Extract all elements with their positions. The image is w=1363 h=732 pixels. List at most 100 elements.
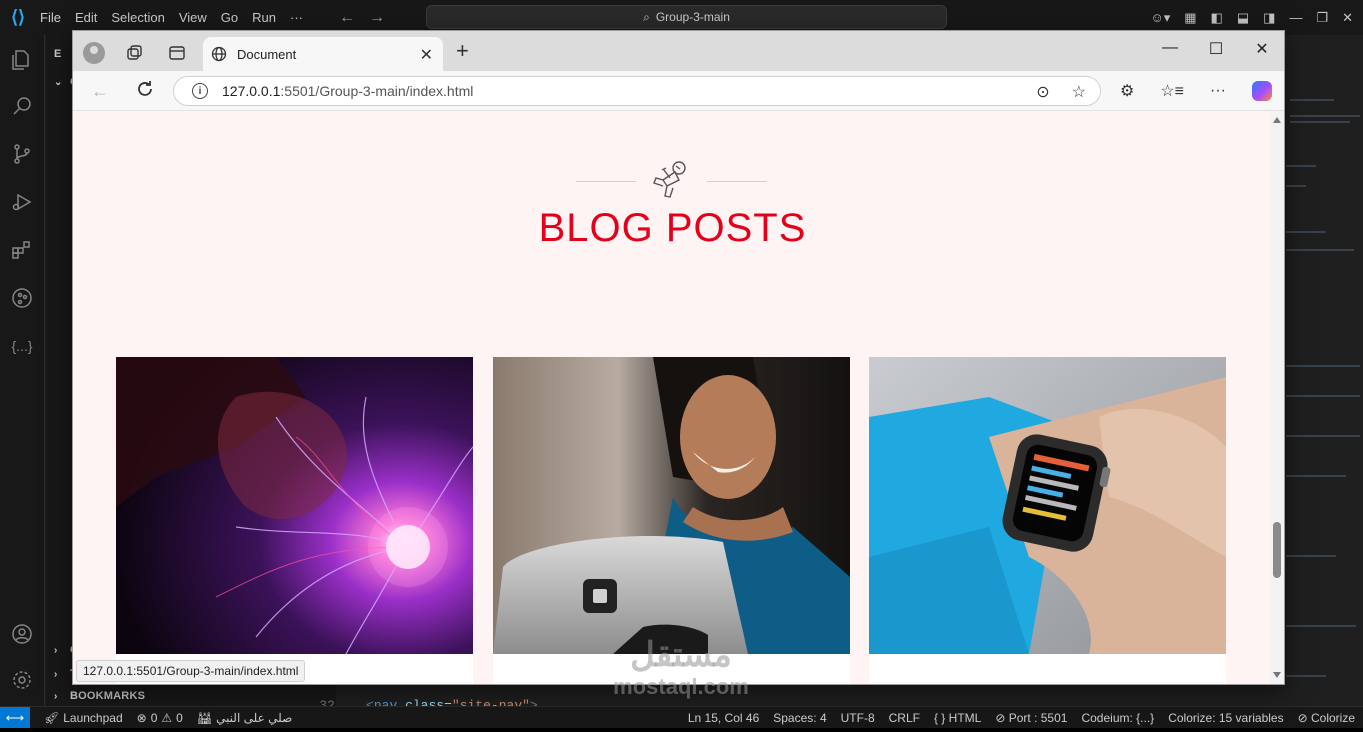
live-server-port[interactable]: ⊘ Port : 5501 — [995, 711, 1067, 725]
workspaces-icon[interactable] — [125, 43, 145, 63]
colorize-toggle[interactable]: ⊘ Colorize — [1298, 711, 1355, 725]
status-right-group: Ln 15, Col 46 Spaces: 4 UTF-8 CRLF { } H… — [688, 711, 1355, 725]
back-arrow-icon[interactable]: ← — [339, 9, 355, 27]
menu-go[interactable]: Go — [221, 10, 238, 25]
colorize-label: Colorize — [1310, 710, 1355, 725]
active-tab[interactable]: Document ✕ — [203, 37, 443, 71]
command-center-label: Group-3-main — [655, 10, 730, 24]
menu-more[interactable]: ··· — [290, 10, 303, 25]
search-icon[interactable] — [9, 93, 35, 119]
copilot-icon[interactable]: ☺▾ — [1150, 10, 1170, 26]
blog-card[interactable] — [869, 357, 1226, 684]
new-tab-icon[interactable]: + — [456, 40, 469, 62]
info-icon[interactable]: i — [192, 83, 208, 99]
toggle-secondary-sidebar-icon[interactable]: ◨ — [1263, 10, 1275, 26]
minimap-line — [1286, 555, 1336, 557]
minimap-line — [1286, 231, 1326, 233]
minimap-line — [1290, 99, 1334, 101]
mostaql-watermark: مستقل mostaql.com — [596, 636, 766, 708]
codeium-status[interactable]: Codeium: {...} — [1081, 711, 1154, 725]
watermark-latin: mostaql.com — [613, 674, 749, 699]
page-scrollbar[interactable] — [1270, 111, 1284, 684]
remote-indicator-icon[interactable]: ⟷ — [0, 706, 30, 729]
launchpad-label: Launchpad — [63, 710, 123, 725]
problems-item[interactable]: ⊗ 0 ⚠ 0 — [137, 711, 183, 725]
back-arrow-icon[interactable]: ← — [91, 81, 109, 102]
page-viewport[interactable]: BLOG POSTS — [73, 111, 1272, 684]
menu-view[interactable]: View — [179, 10, 207, 25]
explorer-icon[interactable] — [9, 47, 35, 73]
settings-gear-icon[interactable] — [9, 667, 35, 693]
browser-window: Document ✕ + — ☐ ✕ ← i 127.0.0.1:5501/Gr… — [72, 30, 1285, 685]
more-menu-icon[interactable]: ··· — [1210, 82, 1226, 100]
arabic-status-item[interactable]: 🕌︎ صلي على النبي — [197, 711, 292, 725]
menu-run[interactable]: Run — [252, 10, 276, 25]
address-bar[interactable]: i 127.0.0.1:5501/Group-3-main/index.html… — [173, 76, 1101, 106]
encoding[interactable]: UTF-8 — [841, 711, 875, 725]
blog-card[interactable] — [116, 357, 473, 684]
launchpad-item[interactable]: 🚀︎ Launchpad — [44, 711, 123, 725]
account-icon[interactable] — [9, 621, 35, 647]
json-icon[interactable]: {...} — [9, 333, 35, 359]
layout-icon[interactable]: ▦ — [1184, 10, 1196, 26]
close-icon[interactable]: ✕ — [1342, 10, 1353, 26]
scrollbar-thumb[interactable] — [1273, 522, 1281, 578]
no-entry-icon: ⊘ — [1297, 710, 1308, 725]
minimap-line — [1286, 625, 1356, 627]
read-aloud-icon[interactable]: ⊙ — [1036, 82, 1049, 102]
copilot-icon[interactable] — [1252, 81, 1272, 101]
extensions-icon[interactable] — [9, 237, 35, 263]
browser-toolbar: ← i 127.0.0.1:5501/Group-3-main/index.ht… — [73, 71, 1284, 111]
minimap-line — [1286, 475, 1346, 477]
favorite-star-icon[interactable]: ☆ — [1072, 82, 1086, 102]
menu-edit[interactable]: Edit — [75, 10, 97, 25]
source-control-icon[interactable] — [9, 141, 35, 167]
minimap-line — [1286, 365, 1360, 367]
toggle-sidebar-icon[interactable]: ◧ — [1211, 10, 1223, 26]
minimize-icon[interactable]: — — [1289, 10, 1302, 25]
restore-icon[interactable]: ❐ — [1316, 10, 1328, 26]
blog-card-image[interactable] — [869, 357, 1226, 654]
port-label: Port : 5501 — [1008, 710, 1068, 725]
indentation[interactable]: Spaces: 4 — [773, 711, 826, 725]
extensions-puzzle-icon[interactable]: ⚙ — [1120, 81, 1134, 101]
vscode-menu-bar: File Edit Selection View Go Run ··· — [40, 10, 317, 25]
minimap-line — [1286, 165, 1316, 167]
tab-title: Document — [237, 46, 297, 62]
vertical-tabs-icon[interactable] — [167, 43, 187, 63]
maximize-window-icon[interactable]: ☐ — [1201, 39, 1231, 59]
colorize-vars[interactable]: Colorize: 15 variables — [1168, 711, 1283, 725]
cursor-position[interactable]: Ln 15, Col 46 — [688, 711, 759, 725]
minimize-window-icon[interactable]: — — [1155, 39, 1185, 57]
no-entry-icon: ⊘ — [995, 710, 1006, 725]
reload-icon[interactable] — [135, 79, 155, 99]
forward-arrow-icon[interactable]: → — [369, 9, 385, 27]
language-mode[interactable]: { } HTML — [934, 711, 981, 725]
git-graph-icon[interactable] — [9, 285, 35, 311]
scroll-up-arrow-icon[interactable] — [1273, 117, 1281, 123]
menu-selection[interactable]: Selection — [111, 10, 164, 25]
close-window-icon[interactable]: ✕ — [1247, 39, 1277, 59]
chevron-right-icon: › — [54, 668, 58, 680]
minimap-line — [1286, 395, 1360, 397]
blog-card-image[interactable] — [493, 357, 850, 654]
toggle-panel-icon[interactable]: ⬓ — [1237, 10, 1249, 26]
menu-file[interactable]: File — [40, 10, 61, 25]
astronaut-icon — [653, 161, 686, 198]
scroll-down-arrow-icon[interactable] — [1273, 672, 1281, 678]
error-count: 0 — [150, 710, 158, 725]
bookmarks-section[interactable]: › BOOKMARKS — [54, 687, 145, 705]
minimap-line — [1290, 121, 1350, 123]
link-status-tooltip: 127.0.0.1:5501/Group-3-main/index.html — [76, 660, 306, 682]
explorer-title: E — [54, 48, 62, 60]
vscode-logo-icon: ⟨⟩ — [10, 7, 26, 27]
command-center-search[interactable]: ⌕ Group-3-main — [426, 5, 947, 29]
run-debug-icon[interactable] — [9, 189, 35, 215]
braces-icon: { } — [933, 710, 946, 725]
close-tab-icon[interactable]: ✕ — [420, 45, 433, 65]
end-of-line[interactable]: CRLF — [889, 711, 920, 725]
favorites-icon[interactable]: ☆≡ — [1160, 81, 1184, 101]
profile-avatar-icon[interactable] — [83, 42, 105, 64]
blog-card-image[interactable] — [116, 357, 473, 654]
explorer-header: E — [54, 45, 62, 63]
